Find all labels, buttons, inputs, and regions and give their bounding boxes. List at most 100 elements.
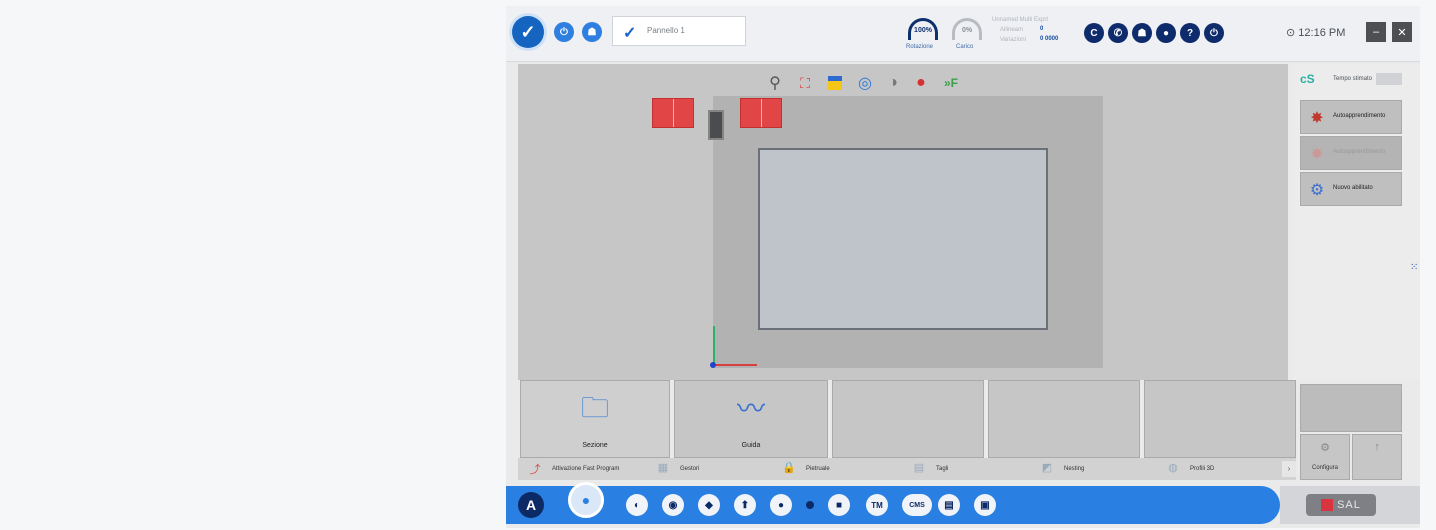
tab-fast-program[interactable]: ⤴ Attivazione Fast Program <box>524 458 620 480</box>
fit-view-icon[interactable]: ⛶ <box>794 72 816 94</box>
clamp-left <box>652 98 694 128</box>
info-title: Unnamed Multi Exprt <box>992 17 1049 23</box>
dock-tm-icon[interactable]: TM <box>866 494 888 516</box>
cut-icon: ▤ <box>913 462 925 474</box>
new-enabled-button[interactable]: ⚙ Nuovo abilitato <box>1300 172 1402 206</box>
config-secondary-button[interactable]: ↑ <box>1352 434 1402 480</box>
config-preview-box <box>1300 384 1402 432</box>
tab-pietruale-label: Pietruale <box>806 466 830 472</box>
info-row2-label: Variazioni <box>1000 37 1026 43</box>
self-learning-label: Autoapprendimento <box>1333 113 1386 119</box>
check-icon: ✓ <box>623 25 637 42</box>
brand-logo: SAL <box>1306 494 1376 516</box>
app-window: ✓ ⏻ ☗ ✓ Pannello 1 100% Rotazione 0% Car… <box>506 6 1420 528</box>
grid-icon: ▦ <box>657 462 669 474</box>
x-axis-indicator <box>713 364 757 366</box>
machine-viewport[interactable]: ⚲ ⛶ ◎ ◑ ● »F <box>518 64 1288 380</box>
phone-icon[interactable]: ✆ <box>1108 23 1128 43</box>
close-button[interactable]: ✕ <box>1392 22 1412 42</box>
tile-empty-3[interactable] <box>1144 380 1296 458</box>
tile-empty-1[interactable] <box>832 380 984 458</box>
tab-nesting[interactable]: ◩ Nesting <box>1036 458 1085 480</box>
dock-active-app-icon[interactable]: ● <box>568 482 604 518</box>
right-panel: cS Tempo stimato ✸ Autoapprendimento ✸ A… <box>1292 64 1420 380</box>
dock-network-icon[interactable]: ◉ <box>662 494 684 516</box>
camera-icon[interactable]: ◑ <box>882 72 904 94</box>
self-learning-button[interactable]: ✸ Autoapprendimento <box>1300 100 1402 134</box>
dock-dot-icon <box>806 501 814 509</box>
workpiece-sheet[interactable] <box>758 148 1048 330</box>
tab-3d-profiles-label: Profili 3D <box>1190 466 1215 472</box>
dock-calculator-icon[interactable]: ▤ <box>938 494 960 516</box>
tab-3d-profiles[interactable]: ◍ Profili 3D <box>1162 458 1214 480</box>
origin-indicator <box>710 362 716 368</box>
estimated-time-field <box>1376 73 1402 85</box>
dock-toggle-icon[interactable]: ◐ <box>626 494 648 516</box>
grid-menu-icon[interactable]: ⁙ <box>1410 262 1418 273</box>
estimated-time-label: Tempo stimato <box>1332 76 1372 82</box>
tab-cuts[interactable]: ▤ Tagli <box>908 458 949 480</box>
folder-icon: 🗀 <box>580 392 610 423</box>
taskbar-dock: A ● ◐ ◉ ◆ ⬆ ● ■ TM CMS ▤ ▣ <box>506 482 1280 524</box>
spiral-icon[interactable]: ◎ <box>854 72 876 94</box>
function-tab-bar: ⤴ Attivazione Fast Program ▦ Gestori 🔒 P… <box>518 458 1296 480</box>
tile-section[interactable]: 🗀 Sezione <box>520 380 670 458</box>
info-row1-value: 0 <box>1040 26 1044 32</box>
tile-empty-2[interactable] <box>988 380 1140 458</box>
zoom-icon[interactable]: ⚲ <box>764 72 786 94</box>
program-selector[interactable]: ✓ Pannello 1 <box>612 16 746 46</box>
tab-nesting-label: Nesting <box>1064 466 1085 472</box>
minimize-button[interactable]: – <box>1366 22 1386 42</box>
tab-fast-program-label: Attivazione Fast Program <box>552 466 620 472</box>
fast-icon: ⤴ <box>529 464 541 476</box>
load-gauge: 0% <box>952 18 982 40</box>
user-icon[interactable]: ● <box>1156 23 1176 43</box>
gear-star-icon: ✸ <box>1310 110 1324 127</box>
thumbs-icon[interactable]: ☗ <box>1132 23 1152 43</box>
self-learning-disabled-button[interactable]: ✸ Autoapprendimento <box>1300 136 1402 170</box>
configure-button[interactable]: ⚙ Configura <box>1300 434 1350 480</box>
secondary-icon: ↑ <box>1374 441 1380 453</box>
clock-icon: ⊙ <box>1286 27 1299 39</box>
wrench-icon: ⚙ <box>1309 182 1325 199</box>
configure-label: Configura <box>1311 465 1338 471</box>
gear-icon: ✸ <box>1310 146 1324 163</box>
dock-a-icon[interactable]: A <box>518 492 544 518</box>
tabs-more-button[interactable]: › <box>1282 461 1296 477</box>
clock: ⊙ 12:16 PM <box>1286 26 1345 39</box>
dock-upload-icon[interactable]: ● <box>770 494 792 516</box>
tile-guide-label: Guida <box>741 442 761 449</box>
layers-icon[interactable] <box>824 72 846 94</box>
rotation-label: Rotazione <box>906 44 934 50</box>
help-icon[interactable]: ? <box>1180 23 1200 43</box>
graph-icon: 〰 <box>736 393 766 424</box>
dock-flask-icon[interactable]: ⬆ <box>734 494 756 516</box>
y-axis-indicator <box>713 326 715 364</box>
top-bar: ✓ ⏻ ☗ ✓ Pannello 1 100% Rotazione 0% Car… <box>506 6 1420 62</box>
clamp-right <box>740 98 782 128</box>
machine-head <box>708 110 724 140</box>
new-enabled-label: Nuovo abilitato <box>1333 185 1373 191</box>
tile-guide[interactable]: 〰 Guida <box>674 380 828 458</box>
rotation-gauge: 100% <box>908 18 938 40</box>
dock-printer-icon[interactable]: ■ <box>828 494 850 516</box>
info-row2-value: 0 0000 <box>1040 36 1059 42</box>
brand-logo-text: SAL <box>1337 499 1361 511</box>
dock-cms-icon[interactable]: CMS <box>902 494 932 516</box>
confirm-check-icon[interactable]: ✓ <box>512 16 544 48</box>
alarm-icon[interactable]: ● <box>910 72 932 94</box>
fx-icon[interactable]: »F <box>940 72 962 94</box>
tab-pietruale[interactable]: 🔒 Pietruale <box>778 458 830 480</box>
clock-text: 12:16 PM <box>1298 27 1346 39</box>
info-row1-label: Allineam <box>1000 27 1024 33</box>
tab-managers[interactable]: ▦ Gestori <box>652 458 700 480</box>
dock-user-icon[interactable]: ◆ <box>698 494 720 516</box>
dock-window-icon[interactable]: ▣ <box>974 494 996 516</box>
settings-icon: ⚙ <box>1320 442 1330 454</box>
power-icon[interactable]: ⏻ <box>554 22 574 42</box>
load-label: Carico <box>956 44 974 50</box>
nest-icon: ◩ <box>1041 462 1053 474</box>
shutdown-icon[interactable]: ⏻ <box>1204 23 1224 43</box>
thumbs-up-icon[interactable]: ☗ <box>582 22 602 42</box>
refresh-icon[interactable]: C <box>1084 23 1104 43</box>
